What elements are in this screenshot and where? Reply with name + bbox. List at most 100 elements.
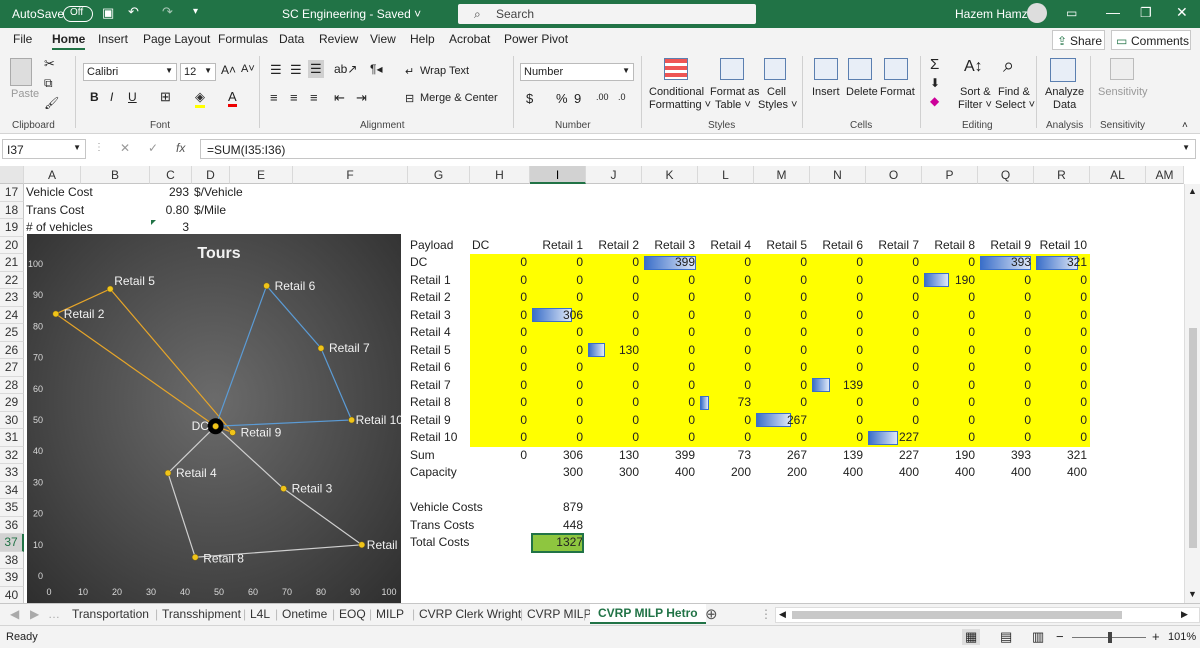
tab-data[interactable]: Data — [279, 32, 304, 46]
save-icon[interactable]: ▣ — [102, 5, 114, 21]
payload-cell[interactable]: 0 — [532, 272, 583, 289]
capacity-cell[interactable]: 400 — [644, 464, 695, 481]
find-select-label2[interactable]: Select ˅ — [995, 99, 1035, 111]
row-header[interactable]: 23 — [0, 289, 24, 307]
payload-cell[interactable]: 0 — [588, 289, 639, 306]
payload-cell[interactable]: 0 — [472, 377, 527, 394]
payload-cell[interactable]: 0 — [924, 394, 975, 411]
cancel-icon[interactable]: ✕ — [120, 141, 130, 155]
payload-cell[interactable]: 0 — [924, 429, 975, 446]
currency-button[interactable]: $ — [526, 91, 533, 106]
tab-view[interactable]: View — [370, 32, 396, 46]
capacity-cell[interactable]: 400 — [812, 464, 863, 481]
comma-button[interactable]: 9 — [574, 91, 581, 106]
column-header[interactable]: AL — [1090, 166, 1146, 184]
payload-cell[interactable]: 0 — [924, 254, 975, 271]
payload-cell[interactable]: 0 — [472, 394, 527, 411]
customize-qat-icon[interactable]: ▾ — [193, 6, 198, 17]
scroll-down-icon[interactable]: ▼ — [1188, 589, 1197, 599]
sheet-tab[interactable]: Transportation — [72, 607, 149, 621]
payload-row-label[interactable]: Retail 5 — [410, 342, 467, 359]
payload-cell[interactable]: 0 — [532, 359, 583, 376]
fill-color-icon[interactable]: ◈ — [195, 89, 205, 108]
payload-cell[interactable]: 0 — [532, 289, 583, 306]
next-sheet-icon[interactable]: ▶ — [30, 607, 39, 621]
payload-header[interactable]: Retail 4 — [700, 237, 751, 254]
payload-cell[interactable]: 0 — [980, 342, 1031, 359]
number-format-select[interactable]: Number ▼ — [520, 63, 634, 81]
payload-cell[interactable]: 0 — [812, 272, 863, 289]
payload-cell[interactable]: 0 — [700, 324, 751, 341]
payload-cell[interactable]: 0 — [924, 359, 975, 376]
insert-cells-icon[interactable] — [814, 58, 838, 80]
payload-cell[interactable]: 0 — [472, 324, 527, 341]
payload-cell[interactable]: 393 — [980, 254, 1031, 271]
payload-cell[interactable]: 0 — [812, 307, 863, 324]
capacity-cell[interactable]: 400 — [868, 464, 919, 481]
minimize-icon[interactable]: — — [1106, 4, 1120, 20]
payload-row-label[interactable]: Retail 6 — [410, 359, 467, 376]
payload-header[interactable]: Retail 2 — [588, 237, 639, 254]
row-header[interactable]: 25 — [0, 324, 24, 342]
payload-cell[interactable]: 0 — [588, 412, 639, 429]
more-sheets-icon[interactable]: … — [48, 607, 60, 621]
payload-cell[interactable]: 0 — [700, 429, 751, 446]
param-unit[interactable]: $/Vehicle — [194, 184, 269, 201]
payload-header[interactable]: Retail 6 — [812, 237, 863, 254]
row-header[interactable]: 24 — [0, 306, 24, 324]
column-header[interactable]: O — [866, 166, 922, 184]
payload-cell[interactable]: 0 — [980, 377, 1031, 394]
payload-cell[interactable]: 0 — [644, 377, 695, 394]
column-header[interactable]: D — [192, 166, 230, 184]
italic-button[interactable]: I — [110, 90, 113, 104]
payload-cell[interactable]: 0 — [1036, 324, 1087, 341]
payload-cell[interactable]: 0 — [644, 324, 695, 341]
sort-filter-label2[interactable]: Filter ˅ — [958, 99, 992, 111]
rtl-icon[interactable]: ¶◂ — [370, 62, 382, 76]
payload-cell[interactable]: 0 — [472, 289, 527, 306]
payload-cell[interactable]: 190 — [924, 272, 975, 289]
payload-cell[interactable]: 0 — [532, 377, 583, 394]
conditional-formatting-icon[interactable] — [664, 58, 688, 80]
autosum-icon[interactable]: Σ — [930, 56, 939, 73]
row-header[interactable]: 26 — [0, 341, 24, 359]
sensitivity-button[interactable]: Sensitivity — [1098, 86, 1148, 98]
payload-row-label[interactable]: Retail 9 — [410, 412, 467, 429]
payload-row-label[interactable]: Retail 10 — [410, 429, 467, 446]
param-unit[interactable]: $/Mile — [194, 202, 269, 219]
row-header[interactable]: 17 — [0, 184, 24, 202]
payload-cell[interactable]: 0 — [868, 394, 919, 411]
payload-header[interactable]: Retail 5 — [756, 237, 807, 254]
payload-cell[interactable]: 306 — [532, 307, 583, 324]
payload-cell[interactable]: 0 — [756, 272, 807, 289]
payload-cell[interactable]: 0 — [588, 254, 639, 271]
payload-header[interactable]: Retail 8 — [924, 237, 975, 254]
payload-cell[interactable]: 0 — [588, 272, 639, 289]
zoom-slider-thumb[interactable] — [1108, 632, 1112, 643]
column-header[interactable]: H — [470, 166, 530, 184]
payload-cell[interactable]: 0 — [812, 324, 863, 341]
payload-header[interactable]: DC — [472, 237, 527, 254]
payload-cell[interactable]: 0 — [472, 254, 527, 271]
column-header[interactable]: Q — [978, 166, 1034, 184]
capacity-label[interactable]: Capacity — [410, 464, 467, 481]
payload-cell[interactable]: 0 — [756, 359, 807, 376]
cell-styles-label[interactable]: Cell — [767, 86, 786, 98]
sheet-tab[interactable]: CVRP MILP — [527, 607, 591, 621]
capacity-cell[interactable]: 200 — [756, 464, 807, 481]
payload-cell[interactable]: 0 — [700, 359, 751, 376]
payload-cell[interactable]: 0 — [980, 394, 1031, 411]
payload-cell[interactable]: 0 — [532, 429, 583, 446]
capacity-cell[interactable]: 400 — [980, 464, 1031, 481]
payload-cell[interactable]: 0 — [644, 359, 695, 376]
align-top-icon[interactable]: ☰ — [270, 62, 282, 78]
payload-header[interactable]: Retail 7 — [868, 237, 919, 254]
payload-cell[interactable]: 0 — [1036, 272, 1087, 289]
sort-filter-icon[interactable]: A↕ — [964, 58, 983, 76]
payload-cell[interactable]: 0 — [1036, 377, 1087, 394]
payload-cell[interactable]: 0 — [924, 342, 975, 359]
payload-row-label[interactable]: Retail 4 — [410, 324, 467, 341]
payload-cell[interactable]: 0 — [924, 377, 975, 394]
bold-button[interactable]: B — [90, 90, 99, 104]
payload-cell[interactable]: 0 — [868, 254, 919, 271]
